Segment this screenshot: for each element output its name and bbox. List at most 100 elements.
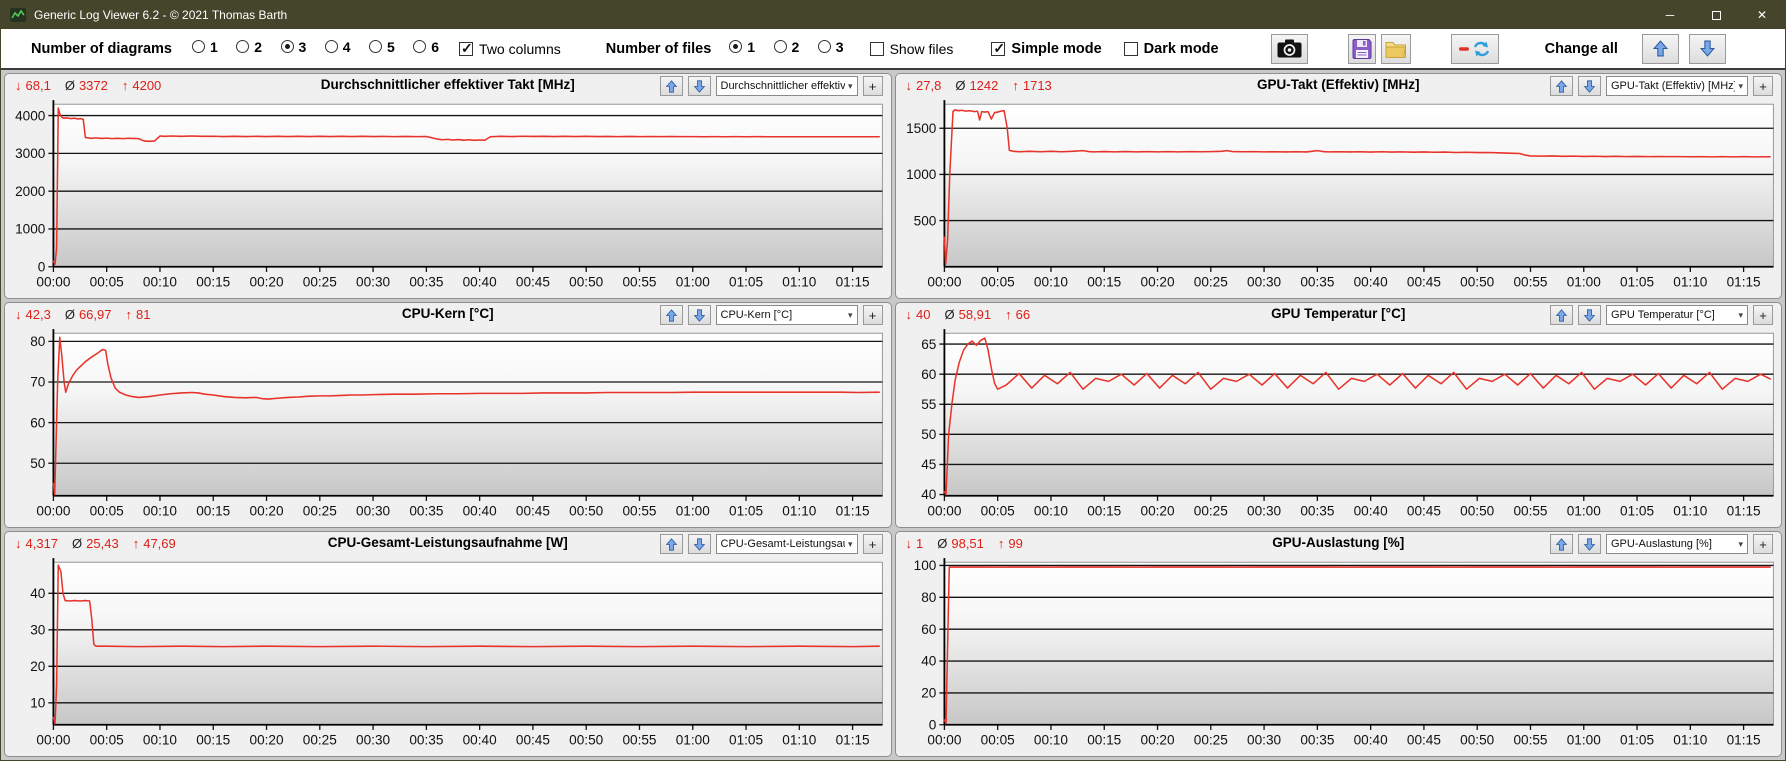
checkbox-icon: [991, 40, 1006, 57]
svg-text:55: 55: [921, 396, 936, 412]
diagrams-radio-6[interactable]: 6: [413, 39, 439, 55]
svg-text:01:00: 01:00: [1566, 502, 1600, 518]
svg-text:01:15: 01:15: [1726, 731, 1760, 747]
svg-text:00:35: 00:35: [1300, 502, 1334, 518]
radio-icon: [236, 40, 250, 54]
metric-dropdown-2[interactable]: CPU-Kern [°C] ▾: [715, 305, 858, 325]
svg-text:01:10: 01:10: [782, 502, 816, 518]
save-button[interactable]: [1347, 33, 1376, 64]
files-label: Number of files: [605, 40, 712, 57]
metric-up-button-0[interactable]: [659, 76, 683, 96]
chart-canvas-4: 10 20 30 40 00:00 00:05 00:10 00:15 00:20 00:25 00…: [30, 558, 883, 748]
folder-icon: [1385, 41, 1406, 58]
diagrams-radio-2[interactable]: 2: [236, 39, 262, 55]
svg-text:0: 0: [38, 258, 46, 274]
svg-text:4000: 4000: [15, 107, 46, 123]
chart-canvas-2: 50 60 70 80 00:00 00:05 00:10 00:15 00:20 00:25 00…: [30, 329, 883, 519]
metric-dropdown-value: GPU-Auslastung [%]: [1611, 538, 1712, 550]
files-radio-3[interactable]: 3: [817, 39, 844, 55]
svg-text:01:10: 01:10: [1673, 502, 1707, 518]
diagrams-radio-3[interactable]: 3: [280, 39, 306, 55]
svg-text:00:00: 00:00: [927, 502, 961, 518]
svg-text:01:00: 01:00: [676, 731, 710, 747]
close-button[interactable]: ✕: [1739, 1, 1785, 29]
svg-text:1000: 1000: [906, 166, 937, 182]
diagrams-label: Number of diagrams: [31, 40, 172, 57]
files-radio-1[interactable]: 1: [729, 39, 755, 55]
down-arrow-icon: [1583, 308, 1596, 322]
diagrams-radio-5[interactable]: 5: [369, 39, 395, 55]
reset-zoom-button[interactable]: [1450, 33, 1499, 64]
metric-down-button-1[interactable]: [1578, 76, 1601, 96]
svg-text:00:50: 00:50: [569, 502, 603, 518]
radio-icon: [324, 40, 338, 54]
open-folder-button[interactable]: [1380, 33, 1411, 64]
diagrams-radio-4[interactable]: 4: [324, 39, 351, 55]
metric-dropdown-4[interactable]: CPU-Gesamt-Leistungsau ▾: [715, 534, 858, 554]
chart-canvas-1: 500 1000 1500 00:00 00:05 00:10 00:15 00:20 00:2…: [906, 100, 1774, 290]
chart-controls-0: Durchschnittlicher effektiv ▾ +: [659, 76, 883, 96]
maximize-button[interactable]: [1693, 1, 1739, 29]
show-files-checkbox[interactable]: Show files: [869, 41, 953, 57]
svg-text:01:00: 01:00: [1566, 273, 1600, 289]
two-columns-checkbox[interactable]: Two columns: [459, 40, 561, 57]
add-metric-button-5[interactable]: +: [1753, 534, 1773, 554]
screenshot-button[interactable]: [1270, 33, 1308, 64]
metric-up-button-2[interactable]: [659, 305, 683, 325]
metric-up-button-5[interactable]: [1550, 534, 1573, 554]
metric-down-button-4[interactable]: [687, 534, 711, 554]
metric-dropdown-5[interactable]: GPU-Auslastung [%] ▾: [1606, 534, 1748, 554]
add-metric-button-1[interactable]: +: [1753, 76, 1773, 96]
metric-dropdown-1[interactable]: GPU-Takt (Effektiv) [MHz] ▾: [1606, 76, 1748, 96]
svg-text:00:35: 00:35: [1300, 273, 1334, 289]
minimize-button[interactable]: ─: [1647, 1, 1693, 29]
chart-panel-4: ↓ 4,317 Ø 25,43 ↑ 47,69 CPU-Gesamt-Leistung…: [4, 531, 892, 757]
app-icon: [10, 8, 26, 22]
svg-text:00:15: 00:15: [1087, 502, 1121, 518]
metric-down-button-5[interactable]: [1578, 534, 1601, 554]
svg-text:00:05: 00:05: [90, 273, 124, 289]
metric-up-button-4[interactable]: [659, 534, 683, 554]
change-all-down-button[interactable]: [1688, 33, 1726, 64]
checkbox-icon: [459, 40, 474, 57]
metric-down-button-2[interactable]: [687, 305, 711, 325]
chart-canvas-3: 40 45 50 55 60 65 00:00 00:05 00:10 00:15 00:20 00:…: [921, 329, 1774, 519]
diagrams-radio-1[interactable]: 1: [192, 39, 218, 55]
files-radio-2[interactable]: 2: [773, 39, 799, 55]
svg-text:500: 500: [913, 212, 936, 228]
metric-dropdown-0[interactable]: Durchschnittlicher effektiv ▾: [715, 76, 858, 96]
dark-mode-checkbox[interactable]: Dark mode: [1123, 41, 1219, 57]
svg-text:01:05: 01:05: [1620, 731, 1654, 747]
add-metric-button-0[interactable]: +: [862, 76, 883, 96]
chart-header-2: ↓ 42,3 Ø 66,97 ↑ 81 CPU-Kern [°C] CPU-Kern …: [5, 303, 891, 327]
svg-text:40: 40: [30, 585, 45, 601]
svg-text:00:00: 00:00: [927, 273, 961, 289]
svg-text:00:00: 00:00: [36, 502, 70, 518]
chevron-down-icon: ▾: [1738, 80, 1743, 91]
down-arrow-icon: [693, 79, 705, 93]
simple-mode-checkbox[interactable]: Simple mode: [991, 40, 1102, 57]
metric-dropdown-3[interactable]: GPU Temperatur [°C] ▾: [1606, 305, 1748, 325]
metric-down-button-3[interactable]: [1578, 305, 1601, 325]
chart-controls-3: GPU Temperatur [°C] ▾ +: [1550, 305, 1773, 325]
chevron-down-icon: ▾: [847, 538, 853, 549]
svg-text:00:30: 00:30: [356, 273, 390, 289]
add-metric-button-3[interactable]: +: [1753, 305, 1773, 325]
down-arrow-icon: [693, 308, 705, 322]
metric-dropdown-value: GPU Temperatur [°C]: [1611, 309, 1715, 321]
chart-panel-5: ↓ 1 Ø 98,51 ↑ 99 GPU-Auslastung [%] GPU-Aus…: [894, 531, 1782, 757]
metric-down-button-0[interactable]: [687, 76, 711, 96]
svg-text:00:20: 00:20: [1140, 502, 1174, 518]
down-arrow-icon: [1583, 537, 1596, 551]
metric-up-button-1[interactable]: [1550, 76, 1573, 96]
add-metric-button-4[interactable]: +: [862, 534, 883, 554]
add-metric-button-2[interactable]: +: [862, 305, 883, 325]
svg-text:70: 70: [30, 373, 45, 389]
metric-up-button-3[interactable]: [1550, 305, 1573, 325]
chart-panel-2: ↓ 42,3 Ø 66,97 ↑ 81 CPU-Kern [°C] CPU-Kern …: [4, 302, 892, 528]
up-arrow-icon: [1555, 537, 1568, 551]
change-all-up-button[interactable]: [1641, 33, 1679, 64]
svg-text:00:55: 00:55: [1513, 731, 1547, 747]
svg-text:100: 100: [913, 557, 936, 573]
svg-text:00:35: 00:35: [409, 731, 443, 747]
